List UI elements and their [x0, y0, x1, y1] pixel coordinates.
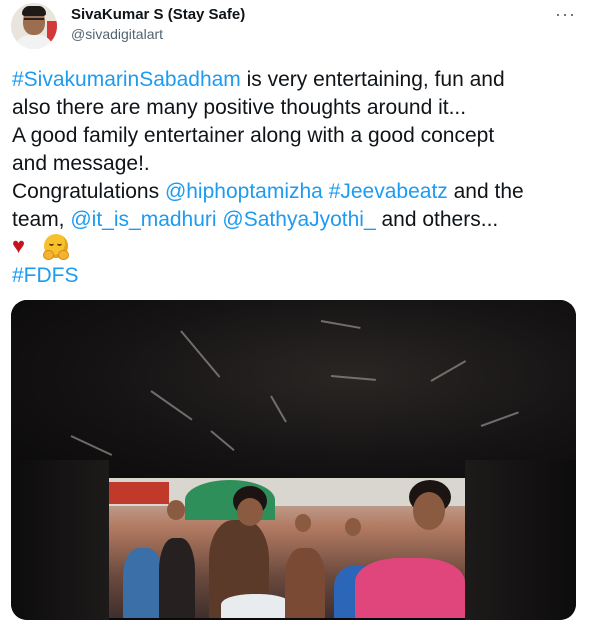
tweet-line-5: Congratulations @hiphoptamizha #Jeevabea… — [12, 178, 587, 206]
screen-face — [345, 518, 361, 536]
author-avatar[interactable] — [11, 3, 57, 49]
tweet-card: SivaKumar S (Stay Safe) @sivadigitalart … — [0, 0, 600, 620]
mention-link[interactable]: @hiphoptamizha — [165, 180, 323, 203]
screen-face — [167, 500, 185, 520]
theatre-wall-right — [465, 460, 576, 620]
screen-face — [295, 514, 311, 532]
screen-cloth — [221, 594, 291, 618]
screen-banner — [109, 482, 169, 504]
tweet-text: #SivakumarinSabadham is very entertainin… — [12, 66, 587, 234]
theatre-wall-left — [11, 460, 109, 620]
screen-person — [159, 538, 195, 618]
tweet-text-segment: and others... — [375, 208, 499, 231]
tweet-line-3: A good family entertainer along with a g… — [12, 124, 495, 147]
tweet-line-4: and message!. — [12, 152, 150, 175]
screen-face — [237, 498, 263, 526]
red-heart-icon: ♥ — [12, 233, 26, 258]
screen-face — [413, 492, 445, 530]
screen-person — [123, 548, 163, 618]
cinema-screen — [109, 478, 465, 618]
avatar-shirt — [15, 35, 53, 49]
avatar-glasses — [24, 18, 44, 24]
hashtag-link[interactable]: #Jeevabeatz — [329, 180, 448, 203]
hashtag-link[interactable]: #SivakumarinSabadham — [12, 68, 241, 91]
tweet-line-1: #SivakumarinSabadham is very entertainin… — [12, 66, 587, 94]
screen-person — [285, 548, 325, 618]
tweet-text-segment: team, — [12, 208, 71, 231]
tweet-media-photo[interactable] — [11, 300, 576, 620]
avatar-hair — [22, 6, 46, 16]
tweet-text-segment: Congratulations — [12, 180, 165, 203]
mention-link[interactable]: @SathyaJyothi_ — [222, 208, 375, 231]
more-options-icon[interactable]: ··· — [555, 4, 576, 25]
screen-actress-saree — [355, 558, 465, 618]
tweet-text-segment: and the — [447, 180, 524, 203]
author-handle[interactable]: @sivadigitalart — [71, 26, 163, 42]
mention-link[interactable]: @it_is_madhuri — [70, 208, 216, 231]
author-display-name[interactable]: SivaKumar S (Stay Safe) — [71, 6, 245, 23]
tweet-line-6: team, @it_is_madhuri @SathyaJyothi_ and … — [12, 206, 587, 234]
hugging-face-icon — [43, 234, 69, 260]
hashtag-link[interactable]: #FDFS — [12, 262, 79, 290]
tweet-text-segment: is very entertaining, fun and — [240, 68, 505, 91]
tweet-line-2: also there are many positive thoughts ar… — [12, 96, 467, 119]
